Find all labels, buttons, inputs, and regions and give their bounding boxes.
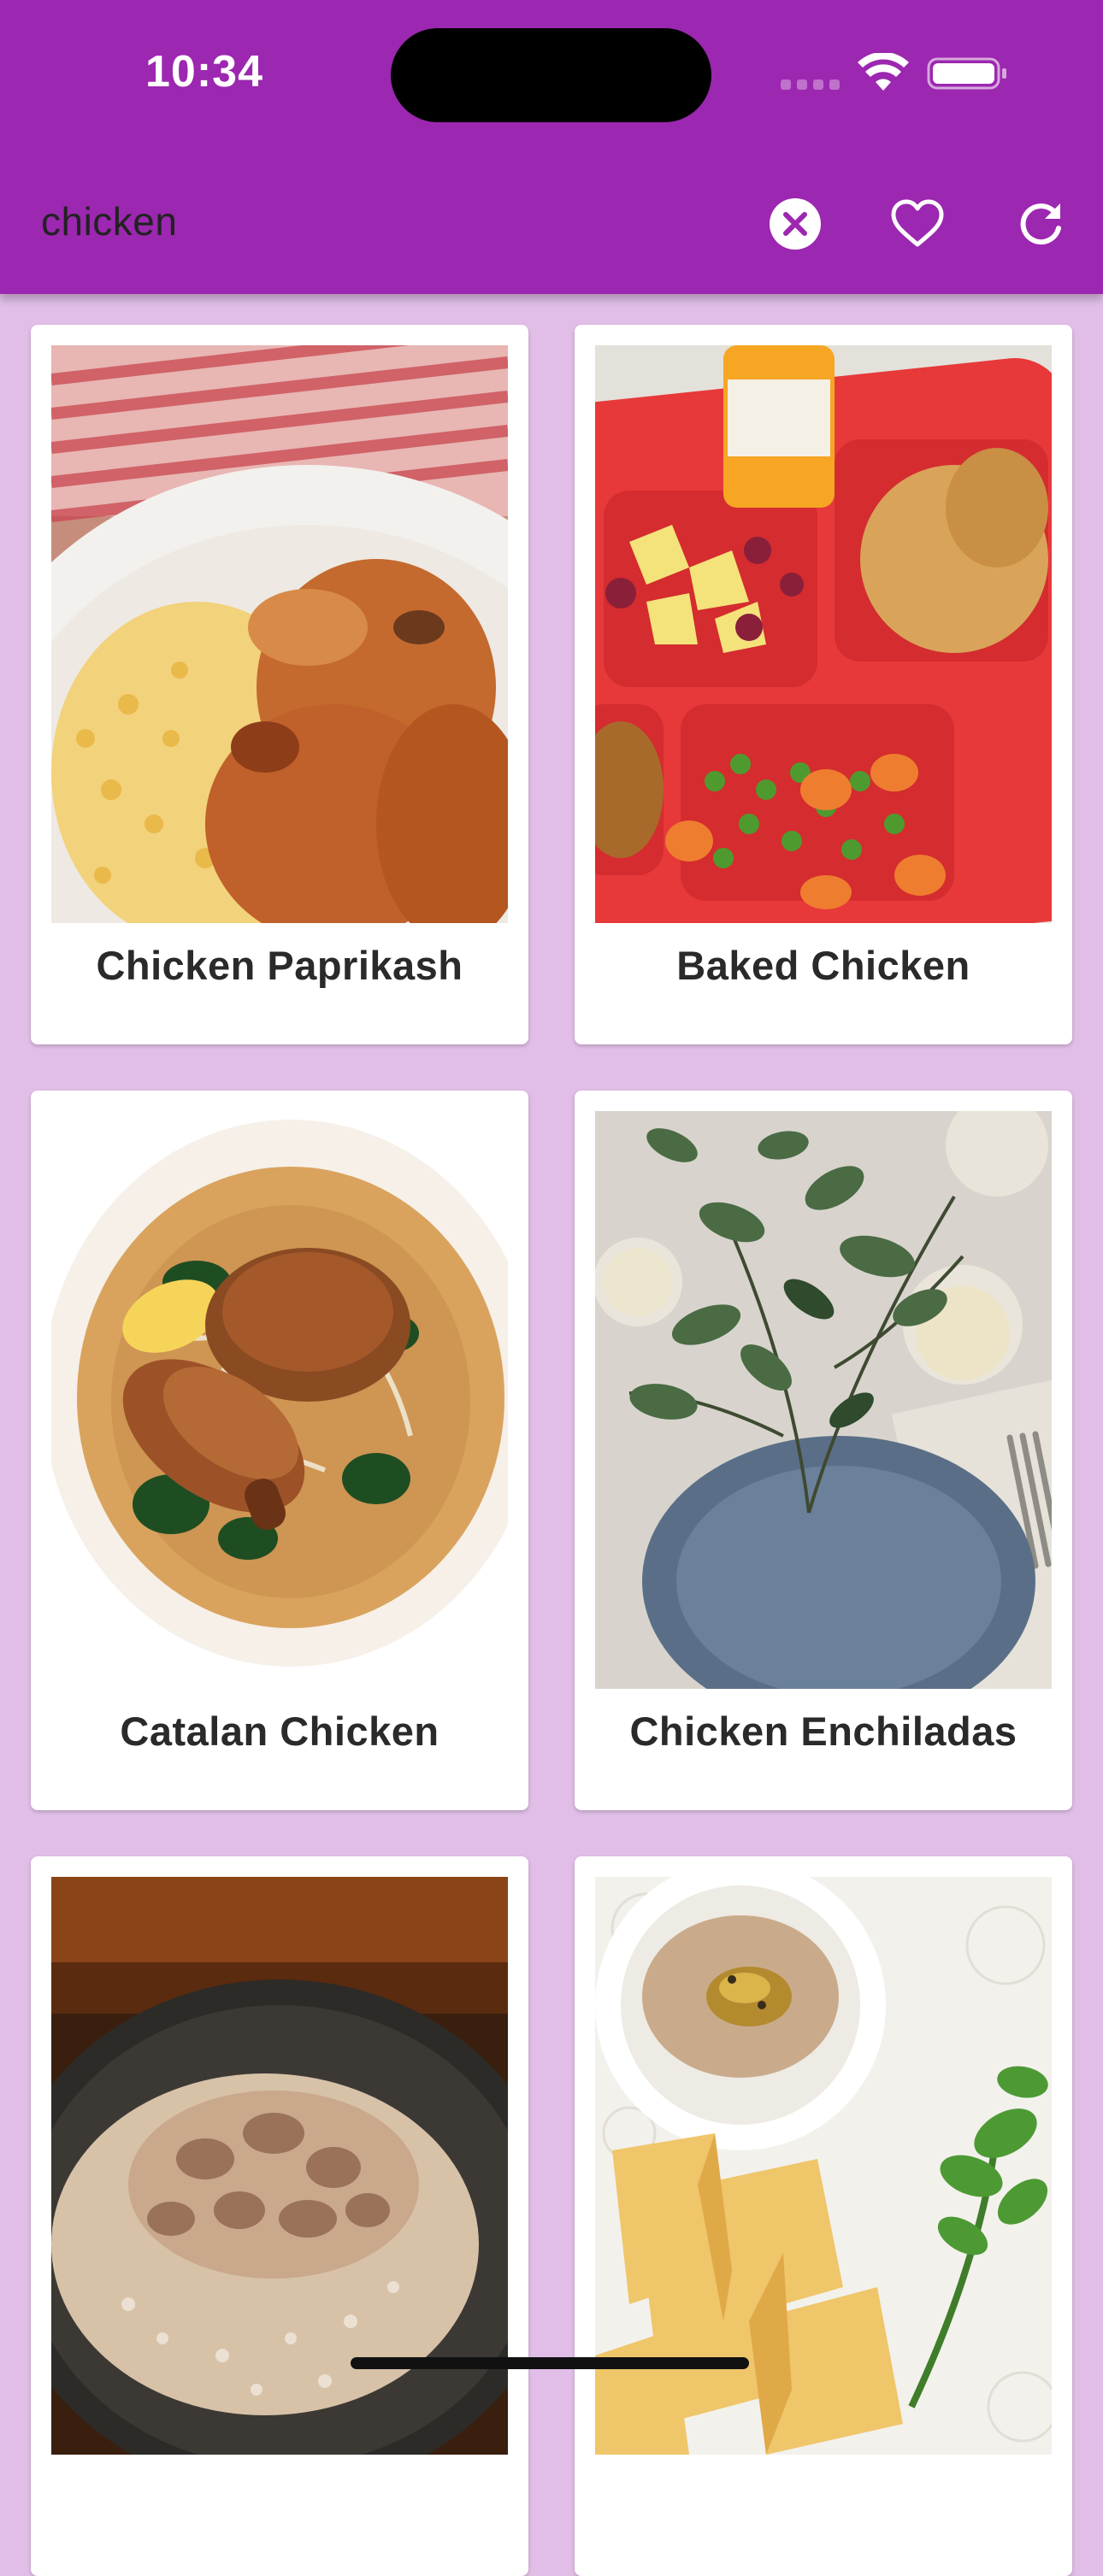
clear-icon <box>770 198 821 250</box>
refresh-button[interactable] <box>1007 190 1076 258</box>
recipe-card[interactable]: Catalan Chicken <box>31 1091 528 1810</box>
wifi-icon <box>858 53 909 91</box>
dynamic-island <box>391 28 711 122</box>
recipe-card[interactable] <box>575 1856 1072 2576</box>
recipe-title: Chicken Paprikash <box>96 943 463 988</box>
recipe-card[interactable] <box>31 1856 528 2576</box>
recipe-title: Chicken Enchiladas <box>629 1709 1017 1754</box>
search-input[interactable] <box>34 188 739 258</box>
refresh-icon <box>1020 203 1061 245</box>
recipe-photo <box>595 1111 1052 1689</box>
recipe-photo <box>51 1111 508 1689</box>
signal-icon <box>781 79 841 91</box>
recipe-photo <box>595 345 1052 923</box>
recipe-photo <box>51 345 508 923</box>
recipe-title: Baked Chicken <box>676 943 970 988</box>
heart-icon <box>891 199 944 247</box>
recipe-card[interactable]: Chicken Enchiladas <box>575 1091 1072 1810</box>
recipe-card[interactable]: Chicken Paprikash <box>31 325 528 1044</box>
home-indicator[interactable] <box>351 2357 749 2369</box>
favorites-button[interactable] <box>883 190 952 258</box>
status-time: 10:34 <box>145 47 263 97</box>
recipe-title: Catalan Chicken <box>120 1709 439 1754</box>
battery-icon <box>927 57 1006 90</box>
app-bar: 10:34 chicken <box>0 0 1103 294</box>
recipe-card[interactable]: Baked Chicken <box>575 325 1072 1044</box>
clear-search-button[interactable] <box>761 190 829 258</box>
